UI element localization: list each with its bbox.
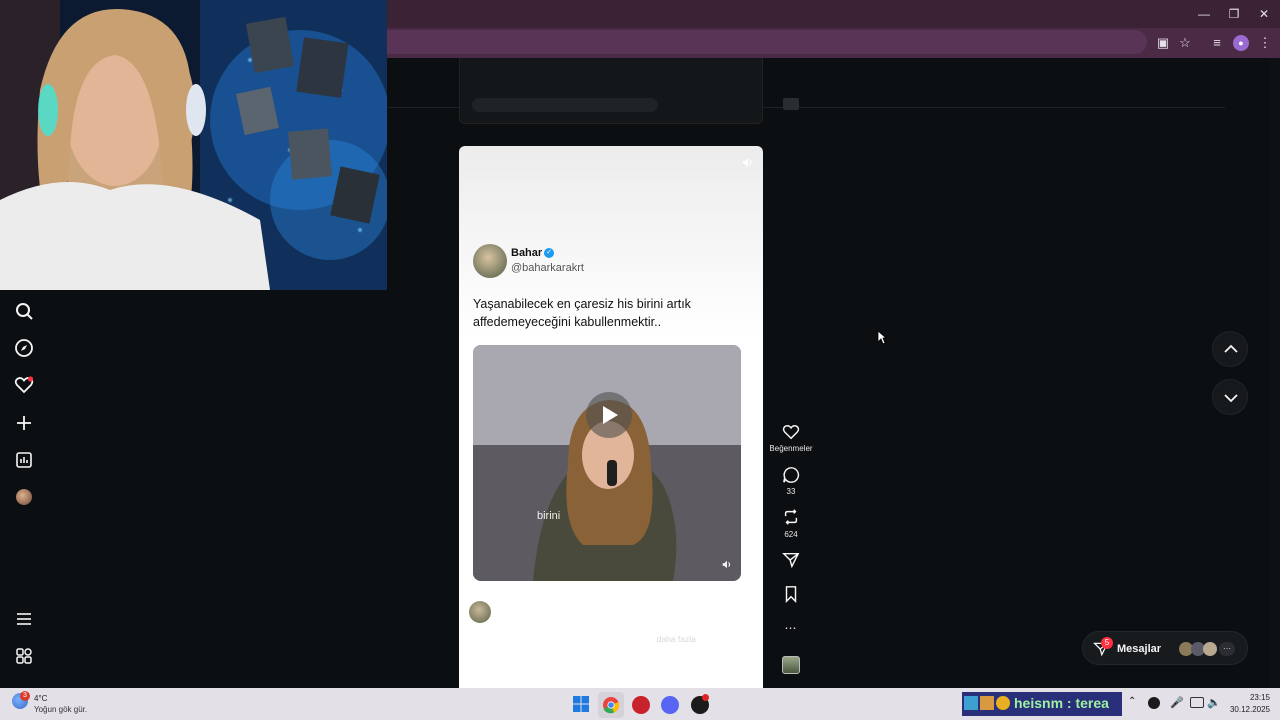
notification-dot	[27, 376, 34, 382]
stream-widget-icon	[980, 696, 994, 710]
repost-icon[interactable]	[782, 508, 800, 526]
explore-icon[interactable]	[14, 338, 34, 358]
message-avatar	[1203, 642, 1217, 656]
search-icon[interactable]	[14, 301, 34, 321]
volume-icon[interactable]	[741, 156, 754, 169]
minimize-icon[interactable]: —	[1196, 6, 1212, 22]
play-button[interactable]	[586, 392, 632, 438]
embedded-video[interactable]: birini	[473, 345, 741, 581]
profile-avatar[interactable]	[16, 489, 32, 505]
separator-dot: •	[560, 604, 564, 614]
save-bookmark-icon[interactable]	[782, 585, 800, 603]
chrome-taskbar-active[interactable]	[598, 692, 624, 718]
webcam-overlay	[0, 0, 387, 290]
follow-button[interactable]: Takip Et	[569, 602, 616, 620]
weather-temp: 4°C	[34, 694, 48, 703]
previous-post-thumbnail[interactable]	[783, 98, 799, 110]
tweet-name: Bahar	[511, 247, 543, 259]
address-bar[interactable]	[387, 30, 1147, 54]
coin-icon	[996, 696, 1010, 710]
profile-avatar-icon[interactable]: ●	[1233, 35, 1249, 51]
tray-app-icon[interactable]	[1148, 697, 1160, 709]
author-username[interactable]: baharkarakrtt	[499, 607, 557, 617]
mouse-cursor-icon	[877, 330, 887, 345]
tweet-text: Yaşanabilecek en çaresiz his birini artı…	[473, 297, 691, 329]
menu-icon[interactable]	[14, 609, 34, 629]
like-heart-icon[interactable]	[782, 423, 800, 441]
tray-chevron-up-icon[interactable]: ⌃	[1128, 696, 1136, 707]
windows-start-icon[interactable]	[573, 696, 589, 712]
share-send-icon[interactable]	[782, 551, 800, 569]
audio-thumbnail[interactable]	[782, 656, 800, 674]
stream-widget: heisnm : terea	[962, 692, 1122, 716]
likes-label: Beğenmeler	[769, 444, 813, 453]
messages-badge: 5	[1101, 637, 1113, 649]
video-subtitle: birini	[537, 510, 561, 522]
network-icon[interactable]	[1190, 697, 1204, 708]
audio-label[interactable]: ♫ baharkarakrtt · Orijinal ses	[475, 661, 577, 670]
reel-post-card[interactable]: Bahar ✓ @baharkarakrt Yaşanabilecek en ç…	[459, 146, 763, 688]
audio-label-text: baharkarakrtt · Orijinal ses	[483, 661, 578, 670]
author-avatar[interactable]	[469, 601, 491, 623]
comment-count: 33	[786, 487, 796, 496]
restore-icon[interactable]: ❐	[1226, 6, 1242, 22]
more-options-icon[interactable]: ⋯	[761, 621, 821, 635]
comment-icon[interactable]	[782, 466, 800, 484]
cast-icon[interactable]: ▣	[1155, 35, 1171, 51]
more-conversations-icon: ⋯	[1219, 642, 1235, 656]
see-more-link[interactable]: daha fazla	[657, 634, 696, 644]
webcam-image	[0, 0, 387, 290]
video-frame-image	[473, 345, 741, 581]
previous-post-button[interactable]	[1212, 331, 1248, 367]
post-caption: Kabullenmek en sancılı süreç ama kabulle…	[470, 634, 696, 644]
weather-badge: 3	[20, 691, 30, 701]
play-icon	[603, 406, 618, 424]
create-plus-icon[interactable]	[14, 413, 34, 433]
apps-icon[interactable]	[14, 646, 34, 666]
messages-pill[interactable]: 5 Mesajlar ⋯	[1082, 631, 1248, 665]
discord-icon[interactable]	[661, 696, 679, 714]
scrollbar[interactable]	[1270, 58, 1280, 688]
repost-count: 624	[784, 530, 798, 539]
bookmark-star-icon[interactable]: ☆	[1177, 35, 1193, 51]
chevron-up-icon	[1224, 344, 1238, 353]
chrome-icon	[603, 697, 620, 714]
messages-label: Mesajlar	[1117, 643, 1162, 655]
insights-icon[interactable]	[14, 450, 34, 470]
speaker-icon[interactable]: 🔈	[1207, 696, 1221, 709]
chevron-down-icon	[1224, 394, 1238, 403]
clock-date[interactable]: 30.12.2025	[1222, 705, 1270, 714]
next-post-button[interactable]	[1212, 379, 1248, 415]
previous-post-audio-pill	[472, 98, 658, 112]
previous-post-card[interactable]	[459, 58, 763, 124]
music-note-icon: ♫	[475, 661, 481, 670]
close-icon[interactable]: ✕	[1256, 6, 1272, 22]
media-control-icon[interactable]: ≡	[1209, 35, 1225, 51]
video-mute-icon[interactable]	[721, 559, 732, 570]
post-caption-text: Kabullenmek en sancılı süreç ama kabulle…	[470, 634, 655, 644]
activity-heart-icon[interactable]	[14, 375, 34, 395]
weather-description: Yoğun gök gür.	[34, 705, 88, 714]
obs-recording-dot	[702, 694, 709, 701]
stream-text: heisnm : terea	[1014, 695, 1109, 711]
stream-widget-icon	[964, 696, 978, 710]
verified-badge-icon: ✓	[544, 248, 554, 258]
tweet-handle: @baharkarakrt	[511, 262, 584, 274]
tweet-avatar	[473, 244, 507, 278]
clock-time[interactable]: 23:15	[1222, 693, 1270, 702]
app-taskbar-icon[interactable]	[632, 696, 650, 714]
microphone-icon[interactable]: 🎤	[1170, 696, 1184, 709]
more-menu-icon[interactable]: ⋮	[1257, 35, 1273, 51]
